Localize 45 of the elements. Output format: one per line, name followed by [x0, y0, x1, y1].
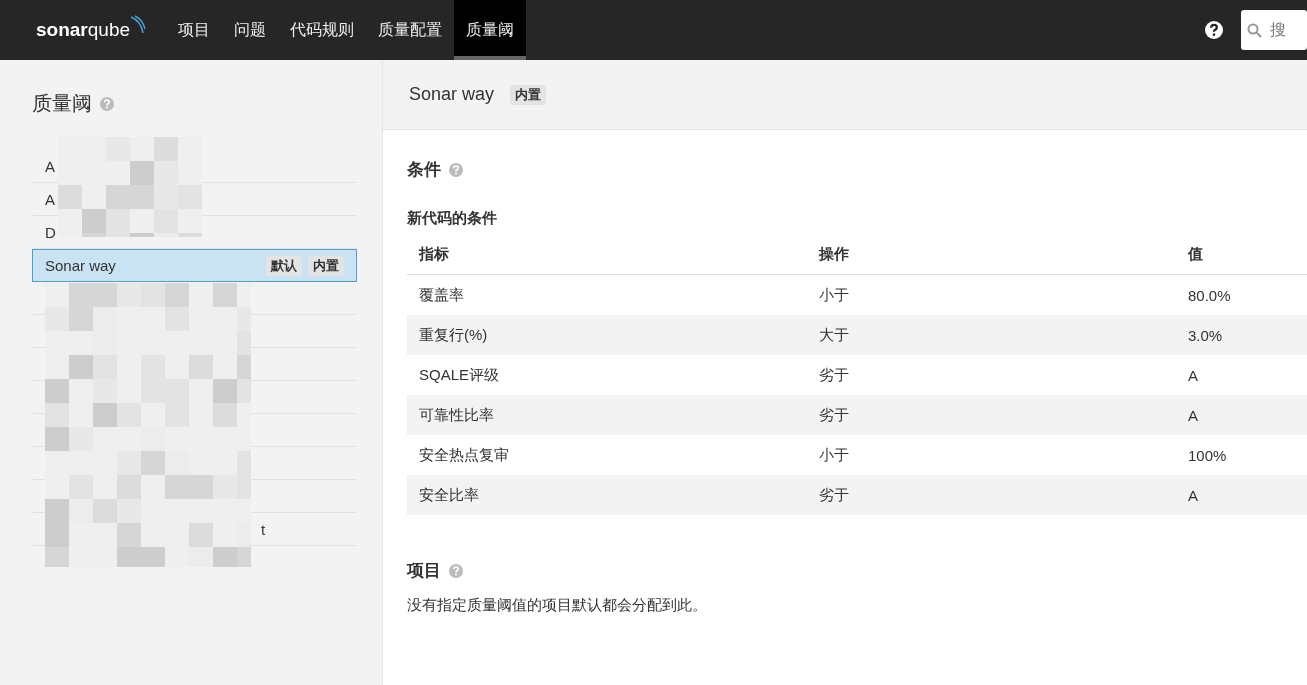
column-header: 值: [1188, 244, 1204, 264]
nav-tab[interactable]: 代码规则: [278, 0, 367, 60]
table-cell-text: 大于: [819, 325, 850, 345]
table-cell-text: 安全比率: [419, 485, 480, 505]
table-cell-text: 100%: [1188, 446, 1228, 464]
gate-name[interactable]: t: [261, 521, 266, 538]
table-cell-text: SQALE评级: [419, 365, 501, 385]
section-title: 项目: [407, 560, 441, 582]
gate-tag: 默认: [266, 255, 302, 276]
table-cell-text: 重复行(%): [419, 325, 489, 345]
table-cell-text: 劣于: [819, 405, 850, 425]
table-cell-text: 小于: [819, 445, 850, 465]
table-cell-text: A: [1188, 366, 1199, 384]
table-cell-text: 劣于: [819, 365, 850, 385]
help-icon[interactable]: [1205, 21, 1223, 39]
search-icon: [1247, 22, 1262, 38]
table-cell-text: 小于: [819, 285, 850, 305]
table-cell-text: 3.0%: [1188, 326, 1224, 344]
sidebar-title: 质量阈: [32, 91, 92, 116]
subsection-title: 新代码的条件: [407, 209, 498, 228]
gate-title: Sonar way: [409, 84, 495, 105]
gate-name[interactable]: A: [45, 158, 55, 175]
builtin-tag: 内置: [510, 84, 547, 105]
table-cell-text: 80.0%: [1188, 286, 1232, 304]
table-cell-text: A: [1188, 486, 1199, 504]
column-header: 指标: [419, 244, 450, 264]
column-header: 操作: [819, 244, 850, 264]
nav-tab[interactable]: 问题: [222, 0, 279, 60]
gate-name[interactable]: D: [45, 224, 56, 241]
projects-note: 没有指定质量阈值的项目默认都会分配到此。: [407, 596, 708, 615]
nav-tab[interactable]: 质量配置: [366, 0, 455, 60]
gate-name[interactable]: Sonar way: [45, 257, 260, 274]
nav-tab[interactable]: 质量阈: [454, 0, 527, 60]
table-cell-text: 安全热点复审: [419, 445, 510, 465]
table-cell-text: 可靠性比率: [419, 405, 495, 425]
table-cell-text: 覆盖率: [419, 285, 465, 305]
section-title: 条件: [407, 159, 441, 181]
table-cell-text: A: [1188, 406, 1199, 424]
sonarqube-logo[interactable]: sonarqube: [36, 0, 147, 60]
gate-name[interactable]: A: [45, 191, 55, 208]
selected-gate-row[interactable]: Sonar way 默认 内置: [32, 249, 357, 282]
nav-tab[interactable]: 项目: [166, 0, 223, 60]
table-cell-text: 劣于: [819, 485, 850, 505]
search-field[interactable]: 搜: [1241, 10, 1307, 50]
gate-tag: 内置: [308, 255, 344, 276]
